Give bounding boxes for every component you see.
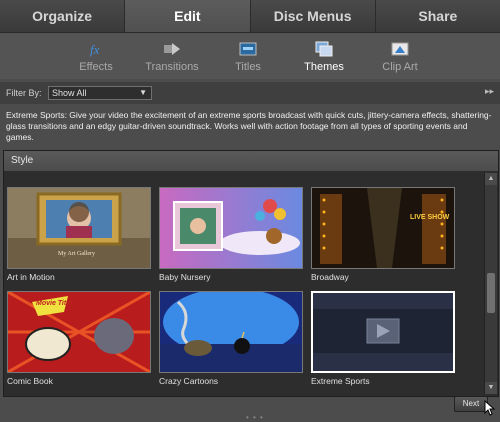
scroll-up-icon[interactable]: ▲: [485, 173, 497, 185]
tab-organize[interactable]: Organize: [0, 0, 126, 32]
workspace-tabs: Organize Edit Disc Menus Share: [0, 0, 500, 33]
tool-label: Effects: [79, 61, 113, 73]
theme-name: Art in Motion: [7, 272, 55, 282]
mouse-pointer-icon: [484, 400, 496, 416]
filter-label: Filter By:: [6, 88, 42, 98]
tab-label: Edit: [174, 8, 201, 24]
titles-icon: [239, 41, 257, 57]
filter-select[interactable]: Show All ▼: [48, 86, 152, 100]
tab-label: Share: [418, 8, 458, 24]
tab-label: Disc Menus: [273, 8, 352, 24]
chevron-down-icon: ▼: [139, 88, 147, 97]
theme-item[interactable]: Extreme Sports: [311, 291, 455, 386]
themes-icon: [315, 41, 333, 57]
theme-item[interactable]: Baby Nursery: [159, 187, 303, 282]
next-button[interactable]: Next: [454, 396, 488, 412]
edit-tool-row: fx Effects Transitions Titles Themes Cli…: [0, 33, 500, 79]
panel-scrollbar[interactable]: ▲ ▼: [484, 173, 497, 394]
thumbnail-overlay-text: Movie Title: [36, 300, 73, 307]
effects-icon: fx: [87, 41, 105, 57]
theme-name: Extreme Sports: [311, 376, 370, 386]
theme-thumbnail: Movie Title: [7, 291, 151, 373]
scrollbar-thumb[interactable]: [487, 273, 495, 313]
clip-art-icon: [391, 41, 409, 57]
tab-disc-menus[interactable]: Disc Menus: [250, 0, 376, 32]
tool-label: Themes: [304, 61, 344, 73]
thumbnail-overlay-text: My Art Gallery: [58, 251, 95, 257]
transitions-icon: [163, 41, 181, 57]
tool-titles[interactable]: Titles: [210, 33, 286, 79]
tool-transitions[interactable]: Transitions: [134, 33, 210, 79]
scroll-down-icon[interactable]: ▼: [485, 382, 497, 394]
tab-edit[interactable]: Edit: [125, 0, 251, 32]
theme-thumbnail: LIVE SHOW: [311, 187, 455, 269]
tab-label: Organize: [32, 8, 93, 24]
theme-thumbnail-selected: [311, 291, 455, 373]
thumbnail-overlay-text: LIVE SHOW: [410, 214, 450, 221]
tab-share[interactable]: Share: [375, 0, 500, 32]
tool-clip-art[interactable]: Clip Art: [362, 33, 438, 79]
tool-label: Titles: [235, 61, 261, 73]
theme-name: Crazy Cartoons: [159, 376, 219, 386]
tool-label: Clip Art: [382, 61, 418, 73]
theme-name: Broadway: [311, 272, 349, 282]
style-panel: Style My Art Gallery Art in Motion Baby …: [3, 150, 499, 397]
theme-name: Comic Book: [7, 376, 53, 386]
theme-thumbnail: [159, 187, 303, 269]
svg-text:fx: fx: [90, 42, 100, 57]
theme-description: Extreme Sports: Give your video the exci…: [6, 110, 492, 142]
filter-bar: Filter By: Show All ▼ ▸▸: [0, 82, 500, 104]
theme-item[interactable]: LIVE SHOW Broadway: [311, 187, 455, 282]
tool-label: Transitions: [145, 61, 199, 73]
theme-item[interactable]: Movie Title Comic Book: [7, 291, 151, 386]
theme-thumbnail: My Art Gallery: [7, 187, 151, 269]
tool-effects[interactable]: fx Effects: [58, 33, 134, 79]
panel-heading: Style: [4, 151, 498, 171]
theme-thumbnail: [159, 291, 303, 373]
theme-item[interactable]: My Art Gallery Art in Motion: [7, 187, 151, 282]
panel-menu-icon[interactable]: ▸▸: [485, 86, 494, 97]
theme-name: Baby Nursery: [159, 272, 211, 282]
filter-select-value: Show All: [52, 88, 87, 98]
tool-themes[interactable]: Themes: [286, 33, 362, 79]
theme-item[interactable]: Crazy Cartoons: [159, 291, 303, 386]
resize-grip[interactable]: • • •: [246, 413, 264, 422]
